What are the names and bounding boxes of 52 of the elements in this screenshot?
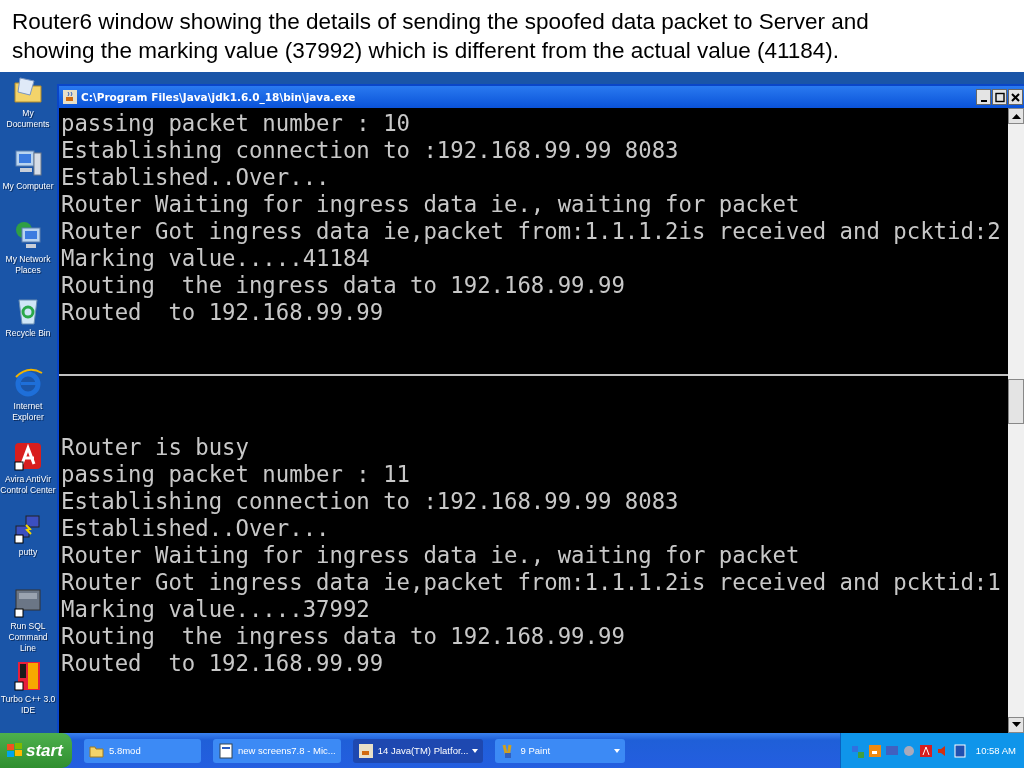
console-line: Router is busy xyxy=(61,434,250,461)
scroll-down-button[interactable] xyxy=(1008,717,1024,733)
console-line: passing packet number : 10 xyxy=(61,110,412,137)
minimize-icon xyxy=(980,100,987,102)
folder-icon[interactable] xyxy=(12,74,44,106)
desktop-icon-label[interactable]: Recycle Bin xyxy=(5,327,51,339)
windows-flag-icon xyxy=(6,742,24,759)
console-line: Established..Over... xyxy=(61,515,331,542)
console-line: passing packet number : 11 xyxy=(61,461,412,488)
scrollbar[interactable] xyxy=(1008,108,1024,733)
desktop-icon-label[interactable]: Run SQL Command Line xyxy=(0,620,56,654)
console-line: Marking value.....37992 xyxy=(61,596,371,623)
console-line: Router Got ingress data ie,packet from:1.1.1.2is received and pcktid:1 xyxy=(61,569,1002,596)
coffee-cup-icon xyxy=(63,90,77,104)
caption-text: Router6 window showing the details of sending the spoofed data packet to Server and showing the marking value (37992) which is different from the actual value (41184). xyxy=(11,8,870,65)
desktop-icon-label[interactable]: Internet Explorer xyxy=(0,400,56,423)
desktop-icon-label[interactable]: putty xyxy=(18,547,38,559)
console-line: Routing the ingress data to 192.168.99.99 xyxy=(61,623,626,650)
console-line: Router Waiting for ingress data ie., waiting for packet xyxy=(61,191,801,218)
desktop-icon-label[interactable]: My Computer xyxy=(2,181,54,193)
scroll-up-button[interactable] xyxy=(1008,108,1024,124)
window-icon[interactable] xyxy=(952,743,967,758)
console-line: Routed to 192.168.99.99 xyxy=(61,299,385,326)
desktop-icon-label[interactable]: My Documents xyxy=(0,108,56,130)
scroll-thumb[interactable] xyxy=(1008,379,1024,424)
minimize-button[interactable] xyxy=(976,89,991,105)
console-line: Routed to 192.168.99.99 xyxy=(61,650,385,677)
up-arrow-icon xyxy=(1011,113,1021,119)
desktop-icon-label[interactable]: Turbo C++ 3.0 IDE xyxy=(0,693,56,716)
maximize-icon xyxy=(993,90,1006,104)
document-icon xyxy=(218,742,234,759)
console-line: Router Got ingress data ie,packet from:1.1.1.2is received and pcktid:2 xyxy=(61,218,1002,245)
desktop-icon-label[interactable]: Avira AntiVir Control Center xyxy=(0,474,56,497)
taskbar-button[interactable]: 14 Java(TM) Platfor... xyxy=(352,738,484,763)
coffee-cup-icon[interactable] xyxy=(867,743,882,758)
caret-icon xyxy=(472,748,479,753)
console-line: Establishing connection to :192.168.99.99 8083 xyxy=(61,137,680,164)
terminal-shortcut-icon[interactable] xyxy=(12,586,44,619)
console-line: Routing the ingress data to 192.168.99.99 xyxy=(61,272,626,299)
console-line: Marking value.....41184 xyxy=(61,245,371,272)
close-button[interactable] xyxy=(1008,89,1023,105)
console-line: Router Waiting for ingress data ie., waiting for packet xyxy=(61,542,801,569)
desktop-icon-label[interactable]: My Network Places xyxy=(0,254,56,277)
console-line: Establishing connection to :192.168.99.99 8083 xyxy=(61,488,680,515)
down-arrow-icon xyxy=(1011,722,1021,728)
console-line: Established..Over... xyxy=(61,164,331,191)
maximize-button[interactable] xyxy=(992,89,1007,105)
close-icon xyxy=(1009,90,1022,104)
window-title: C:\Program Files\Java\jdk1.6.0_18\bin\java.exe xyxy=(81,91,357,103)
caret-icon xyxy=(614,748,621,753)
coffee-cup-icon xyxy=(357,742,374,759)
clock-text: 10:58 AM xyxy=(975,745,1016,756)
